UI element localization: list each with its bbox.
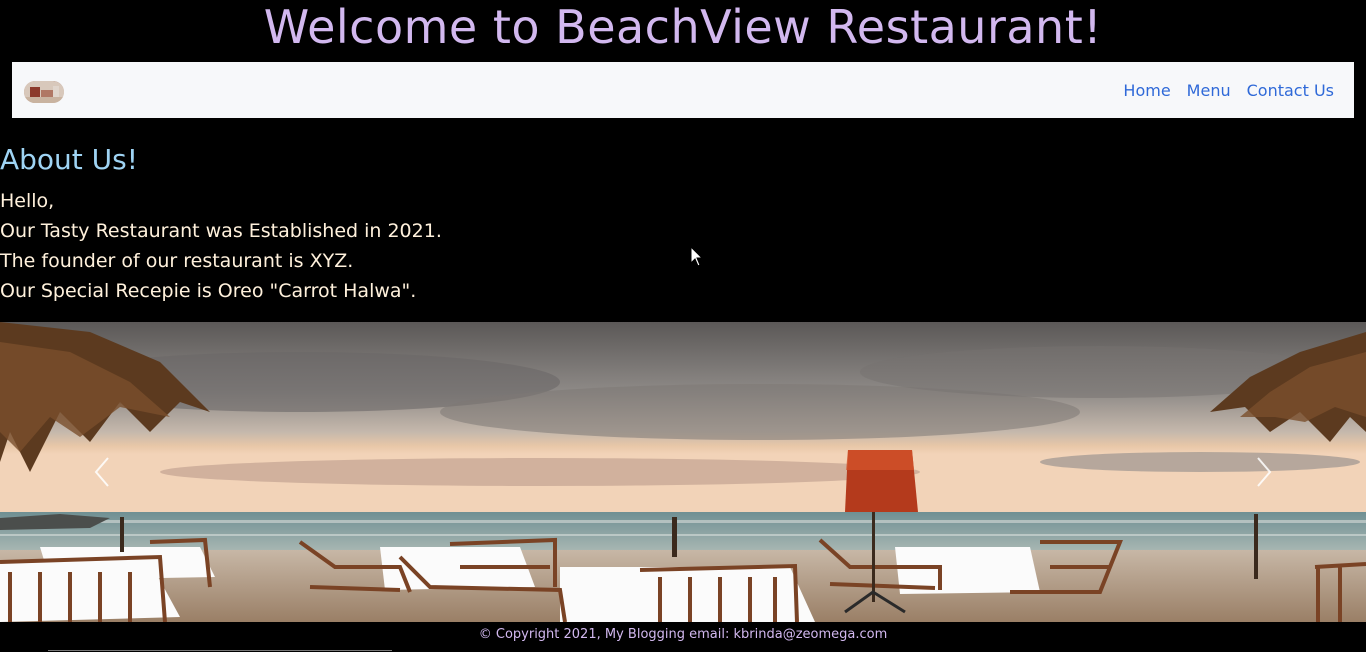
restaurant-logo[interactable] — [24, 81, 64, 103]
beach-restaurant-image — [0, 322, 1366, 622]
about-section: About Us! Hello, Our Tasty Restaurant wa… — [0, 140, 800, 306]
mouse-cursor-icon — [690, 245, 704, 272]
about-line: Our Special Recepie is Oreo "Carrot Halw… — [0, 280, 417, 302]
image-carousel — [0, 322, 1366, 622]
about-heading: About Us! — [0, 143, 138, 176]
about-line: Our Tasty Restaurant was Established in … — [0, 220, 442, 242]
about-line: Hello, — [0, 190, 55, 212]
chevron-right-icon — [1257, 457, 1272, 487]
nav-link-contact-us[interactable]: Contact Us — [1247, 81, 1334, 100]
about-text: Hello, Our Tasty Restaurant was Establis… — [0, 186, 800, 306]
nav-links: Home Menu Contact Us — [1123, 62, 1334, 118]
nav-link-home[interactable]: Home — [1123, 81, 1170, 100]
footer: © Copyright 2021, My Blogging email: kbr… — [0, 622, 1366, 652]
nav-link-menu[interactable]: Menu — [1187, 81, 1231, 100]
footer-copyright-text: © Copyright 2021, My Blogging email: kbr… — [478, 627, 888, 642]
navbar: Home Menu Contact Us — [12, 62, 1354, 118]
chevron-left-icon — [94, 457, 109, 487]
carousel-next-button[interactable] — [1242, 450, 1286, 494]
divider — [48, 650, 392, 651]
page-title: Welcome to BeachView Restaurant! — [263, 0, 1103, 54]
about-line: The founder of our restaurant is XYZ. — [0, 250, 354, 272]
carousel-prev-button[interactable] — [80, 450, 124, 494]
